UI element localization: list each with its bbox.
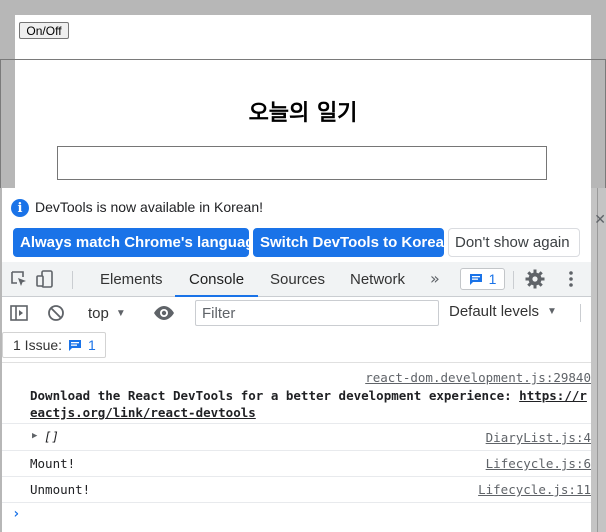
always-match-language-button[interactable]: Always match Chrome's language (13, 228, 263, 257)
console-filter-input[interactable] (195, 300, 439, 326)
console-prompt[interactable]: › (12, 506, 20, 522)
left-edge (0, 188, 2, 532)
tab-console[interactable]: Console (175, 262, 259, 297)
inspect-element-icon[interactable] (10, 270, 28, 288)
console-message: Unmount! Lifecycle.js:11 (2, 477, 606, 503)
more-tabs-icon[interactable]: » (430, 269, 440, 288)
source-link[interactable]: DiaryList.js:4 (486, 430, 591, 445)
tab-label: Network (350, 270, 406, 288)
infobar-message: DevTools is now available in Korean! (35, 199, 264, 215)
message-text: Download the React DevTools for a better… (30, 387, 591, 421)
toolbar-divider (580, 304, 581, 322)
levels-value: Default levels (449, 303, 540, 320)
toolbar-divider (72, 271, 73, 289)
console-messages: react-dom.development.js:29840 Download … (2, 363, 606, 532)
console-message[interactable]: ▶ [] DiaryList.js:4 (2, 424, 606, 451)
issues-bar: 1 Issue: 1 (2, 329, 606, 363)
tab-label: Console (189, 270, 245, 288)
issues-count: 1 (88, 337, 96, 353)
toolbar-divider (513, 271, 514, 289)
tab-label: Elements (100, 270, 163, 288)
chevron-down-icon: ▼ (115, 307, 126, 319)
message-icon (69, 340, 82, 351)
dont-show-again-button[interactable]: Don't show again (448, 228, 580, 257)
more-options-icon[interactable] (562, 270, 580, 288)
message-text: [] (44, 429, 60, 444)
settings-gear-icon[interactable] (525, 269, 545, 289)
tab-elements[interactable]: Elements (100, 262, 163, 296)
console-message: Mount! Lifecycle.js:6 (2, 451, 606, 477)
live-expression-eye-icon[interactable] (153, 304, 175, 322)
log-levels-select[interactable]: Default levels ▼ (449, 303, 557, 320)
tab-sources[interactable]: Sources (270, 262, 325, 296)
message-text: Unmount! (30, 482, 91, 497)
source-link[interactable]: react-dom.development.js:29840 (365, 370, 591, 385)
language-infobar: i DevTools is now available in Korean! A… (2, 188, 606, 262)
device-toolbar-icon[interactable] (36, 270, 54, 288)
message-body: Download the React DevTools for a better… (30, 388, 520, 403)
console-message: react-dom.development.js:29840 Download … (2, 363, 606, 424)
issues-label: 1 Issue: (13, 337, 63, 353)
tab-network[interactable]: Network (350, 262, 405, 296)
diary-author-input[interactable] (57, 146, 547, 180)
issues-count: 1 (488, 271, 497, 287)
right-edge (591, 188, 606, 532)
source-link[interactable]: Lifecycle.js:6 (486, 456, 591, 471)
info-icon: i (11, 199, 29, 217)
diary-title: 오늘의 일기 (248, 101, 358, 126)
context-value: top (88, 304, 109, 322)
switch-to-korean-button[interactable]: Switch DevTools to Korean (253, 228, 453, 257)
issues-counter-button[interactable]: 1 (460, 268, 505, 290)
console-toolbar: top ▼ Default levels ▼ (2, 297, 606, 330)
message-text: Mount! (30, 456, 76, 471)
message-icon (469, 274, 482, 285)
expand-triangle-icon[interactable]: ▶ (32, 431, 37, 441)
issues-link-button[interactable]: 1 Issue: 1 (2, 332, 106, 358)
devtools-main-toolbar: Elements Console Sources Network » 1 (2, 262, 606, 297)
tab-label: Sources (270, 270, 326, 288)
clear-console-icon[interactable] (47, 304, 65, 322)
js-context-select[interactable]: top ▼ (88, 303, 126, 323)
on-off-button[interactable]: On/Off (19, 22, 69, 39)
chevron-down-icon: ▼ (547, 306, 557, 317)
show-console-sidebar-icon[interactable] (10, 304, 28, 322)
close-icon[interactable]: ✕ (594, 212, 606, 228)
source-link[interactable]: Lifecycle.js:11 (478, 482, 591, 497)
devtools-panel: i DevTools is now available in Korean! A… (0, 188, 606, 532)
